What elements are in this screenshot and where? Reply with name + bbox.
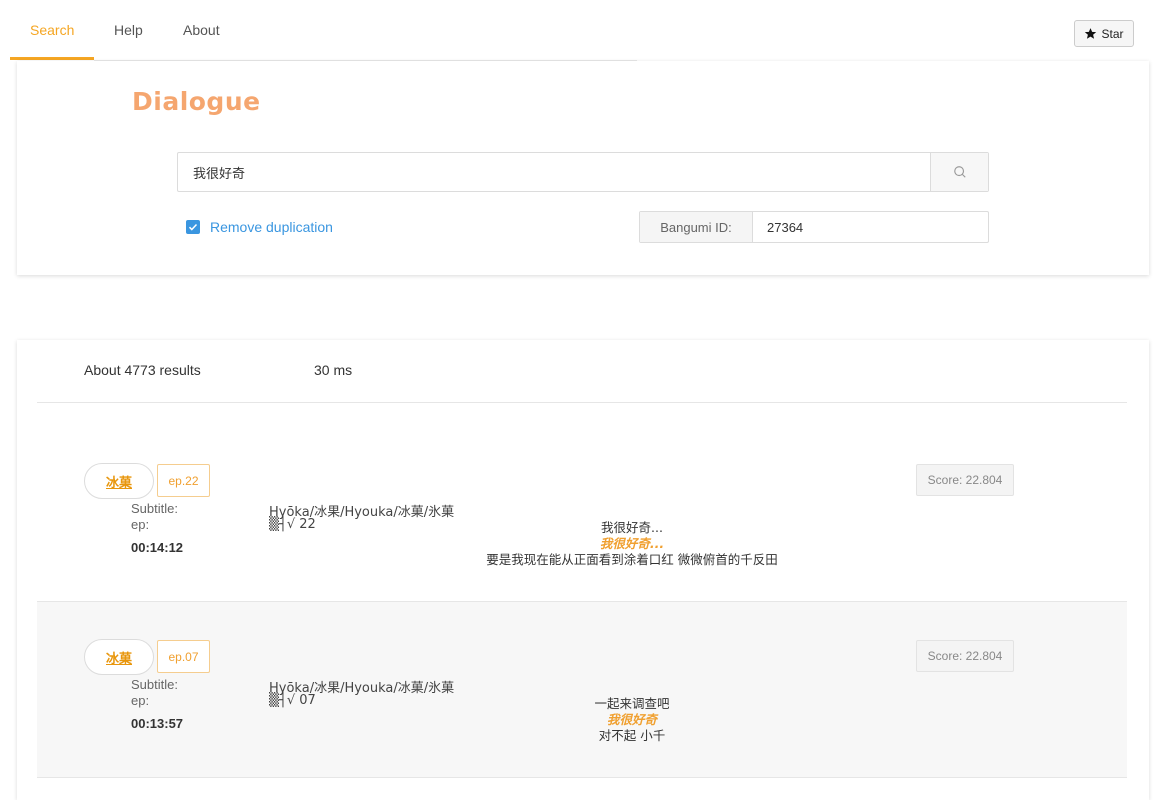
anime-link[interactable]: 冰菓	[84, 463, 154, 499]
remove-duplication-checkbox[interactable]	[186, 220, 200, 234]
dialogue-lines: 我很好奇... 我很好奇... 要是我现在能从正面看到涂着口红 微微俯首的千反田	[377, 520, 887, 568]
episode-tag: ep.22	[157, 464, 210, 497]
remove-duplication-label: Remove duplication	[210, 219, 333, 235]
star-label: Star	[1101, 26, 1124, 41]
remove-duplication-toggle[interactable]: Remove duplication	[186, 219, 333, 235]
score-badge: Score: 22.804	[916, 640, 1014, 672]
query-time: 30 ms	[314, 362, 353, 378]
episode-tag: ep.07	[157, 640, 210, 673]
timestamp: 00:14:12	[131, 540, 184, 555]
search-box	[177, 152, 989, 192]
search-button[interactable]	[930, 153, 988, 191]
bangumi-id-label: Bangumi ID:	[640, 212, 753, 242]
tab-about[interactable]: About	[183, 0, 220, 60]
result-item: 冰菓 ep.07 Score: 22.804 Subtitle: Hyōka/冰…	[37, 602, 1127, 778]
ep-value: ▒┤√ 07	[269, 693, 316, 708]
line-before: 我很好奇...	[601, 520, 663, 535]
subtitle-label: Subtitle:	[131, 501, 178, 516]
tab-search[interactable]: Search	[30, 0, 74, 60]
search-panel: Dialogue Remove duplication Bangumi ID:	[17, 61, 1149, 275]
timestamp: 00:13:57	[131, 716, 184, 731]
star-button[interactable]: Star	[1074, 20, 1134, 47]
result-item: 冰菓 ep.22 Score: 22.804 Subtitle: Hyōka/冰…	[37, 426, 1127, 602]
line-after: 对不起 小千	[598, 728, 666, 743]
score-badge: Score: 22.804	[916, 464, 1014, 496]
tab-help[interactable]: Help	[114, 0, 143, 60]
search-input[interactable]	[178, 153, 930, 191]
result-count: About 4773 results	[84, 362, 201, 378]
ep-value: ▒┤√ 22	[269, 517, 316, 532]
results-divider	[37, 402, 1127, 403]
subtitle-label: Subtitle:	[131, 677, 178, 692]
anime-link[interactable]: 冰菓	[84, 639, 154, 675]
top-nav: Search Help About Star	[0, 0, 1160, 61]
ep-label: ep:	[131, 517, 150, 532]
bangumi-id-group: Bangumi ID:	[639, 211, 989, 243]
page-title: Dialogue	[132, 87, 261, 116]
dialogue-lines: 一起来调查吧 我很好奇 对不起 小千	[377, 696, 887, 744]
line-match: 我很好奇	[606, 712, 657, 727]
results-panel: About 4773 results 30 ms 冰菓 ep.22 Score:…	[17, 340, 1149, 800]
bangumi-id-input[interactable]	[753, 212, 988, 242]
check-icon	[188, 223, 198, 231]
line-after: 要是我现在能从正面看到涂着口红 微微俯首的千反田	[486, 552, 778, 567]
ep-label: ep:	[131, 693, 150, 708]
search-icon	[953, 166, 966, 178]
line-before: 一起来调查吧	[594, 696, 670, 711]
line-match: 我很好奇...	[599, 536, 665, 551]
active-tab-indicator	[10, 57, 94, 60]
star-icon	[1085, 28, 1097, 39]
